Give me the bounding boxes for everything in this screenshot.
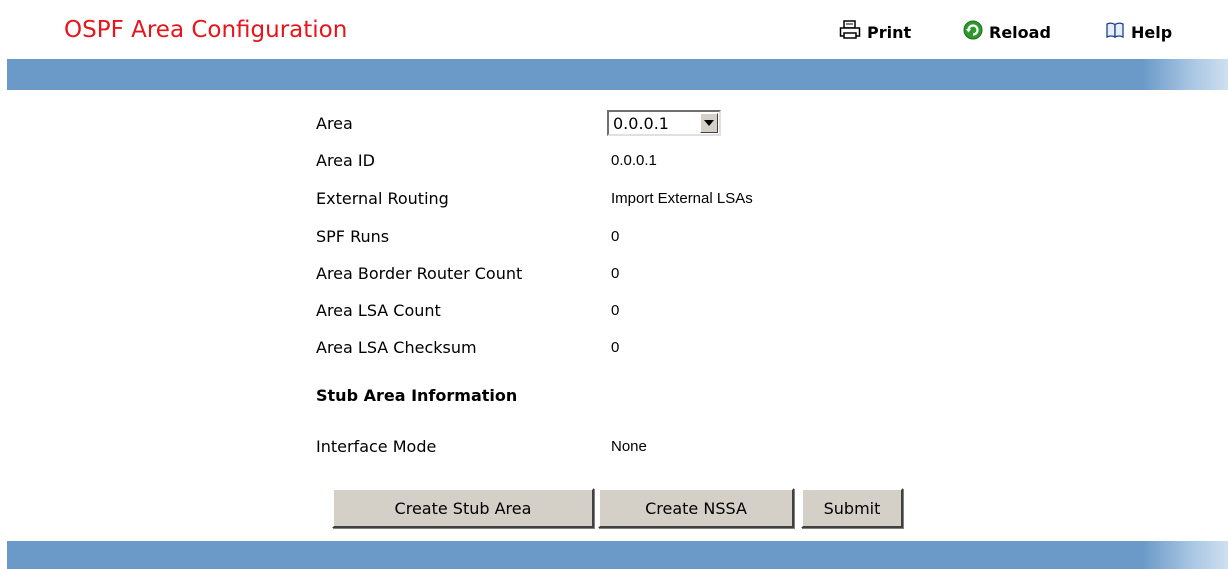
interface-mode-label: Interface Mode [316, 437, 437, 456]
abr-count-value: 0 [611, 265, 620, 282]
area-config-form: Area 0.0.0.1 Area ID 0.0.0.1 External Ro… [0, 0, 1228, 569]
create-stub-area-button[interactable]: Create Stub Area [332, 488, 594, 528]
footer-band [7, 541, 1228, 569]
external-routing-value: Import External LSAs [611, 190, 753, 207]
lsa-count-value: 0 [611, 302, 620, 319]
spf-runs-label: SPF Runs [316, 227, 390, 246]
area-id-value: 0.0.0.1 [611, 152, 657, 169]
submit-button[interactable]: Submit [801, 488, 903, 528]
area-select-value: 0.0.0.1 [613, 113, 669, 133]
lsa-checksum-value: 0 [611, 339, 620, 356]
lsa-count-label: Area LSA Count [316, 301, 441, 320]
create-nssa-button[interactable]: Create NSSA [598, 488, 794, 528]
area-select[interactable]: 0.0.0.1 [607, 110, 721, 136]
area-id-label: Area ID [316, 151, 375, 170]
stub-area-heading: Stub Area Information [316, 386, 518, 405]
spf-runs-value: 0 [611, 228, 620, 245]
external-routing-label: External Routing [316, 189, 449, 208]
abr-count-label: Area Border Router Count [316, 264, 523, 283]
area-label: Area [316, 114, 353, 133]
chevron-down-icon[interactable] [700, 113, 718, 133]
interface-mode-value: None [611, 438, 647, 455]
lsa-checksum-label: Area LSA Checksum [316, 338, 477, 357]
